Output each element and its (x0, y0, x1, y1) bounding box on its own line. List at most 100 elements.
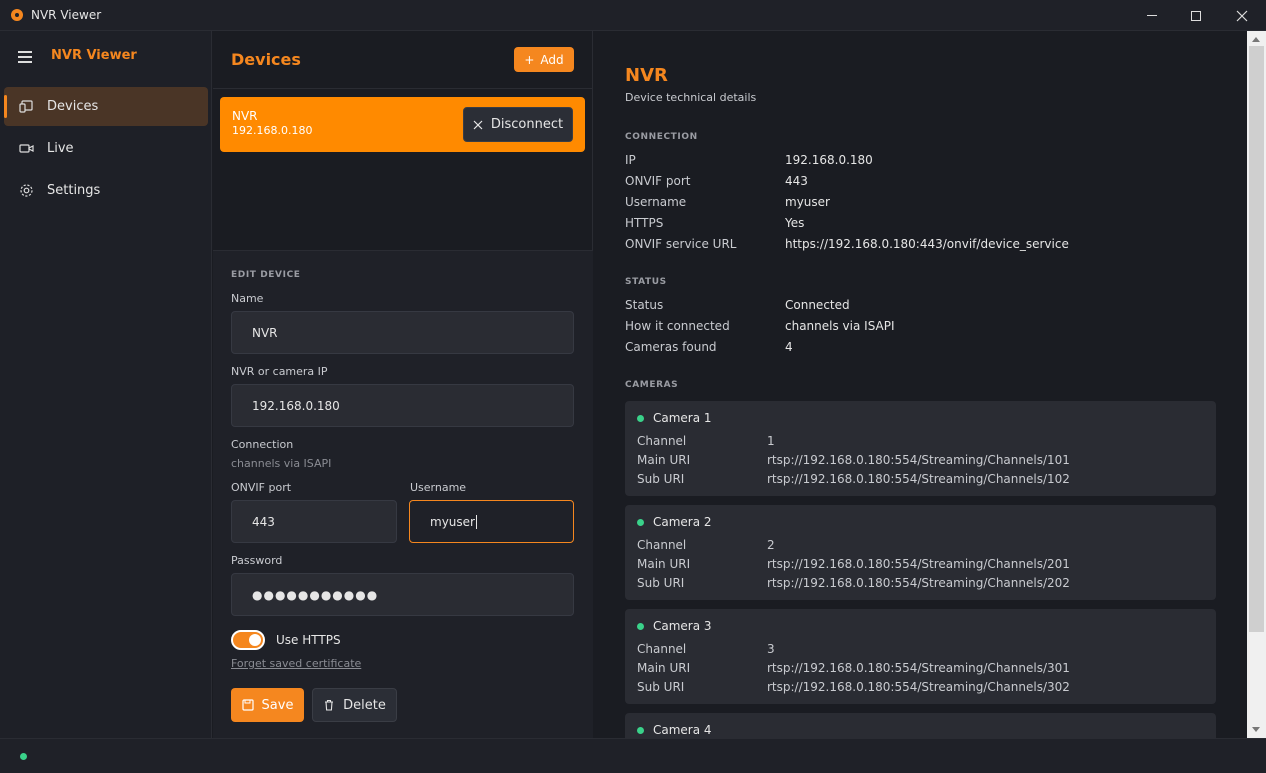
onvif-port-input[interactable]: 443 (231, 500, 397, 543)
status-bar (0, 738, 1266, 773)
kv-key: IP (625, 153, 636, 167)
camera-key: Sub URI (637, 680, 685, 694)
connection-value: channels via ISAPI (231, 457, 332, 470)
online-status-dot (637, 623, 644, 630)
kv-value: 192.168.0.180 (785, 153, 873, 167)
connection-label: Connection (231, 438, 294, 451)
camera-name: Camera 3 (653, 619, 712, 633)
add-label: Add (540, 52, 564, 67)
sidebar-item-label: Live (47, 141, 74, 156)
kv-key: Username (625, 195, 687, 209)
password-input[interactable]: ●●●●●●●●●●● (231, 573, 574, 616)
save-label: Save (261, 697, 294, 713)
camera-name: Camera 1 (653, 411, 712, 425)
camera-key: Sub URI (637, 472, 685, 486)
edit-device-form: EDIT DEVICE Name NVR NVR or camera IP 19… (213, 250, 593, 738)
scroll-down-arrow-icon[interactable] (1252, 727, 1260, 732)
save-button[interactable]: Save (231, 688, 304, 722)
device-ip: 192.168.0.180 (232, 124, 313, 137)
minimize-icon (1147, 15, 1157, 16)
device-details-panel: NVR Device technical details CONNECTION … (594, 31, 1247, 738)
close-button[interactable] (1219, 0, 1265, 31)
kv-value: 4 (785, 340, 793, 354)
trash-icon (325, 699, 334, 711)
camera-card: Camera 3 Channel 3 Main URI rtsp://192.1… (625, 609, 1216, 704)
port-label: ONVIF port (231, 481, 292, 494)
ip-value: 192.168.0.180 (252, 398, 340, 413)
camera-key: Main URI (637, 453, 691, 467)
add-device-button[interactable]: + Add (514, 47, 574, 72)
maximize-icon (1191, 10, 1201, 21)
kv-value: Connected (785, 298, 850, 312)
camera-card: Camera 2 Channel 2 Main URI rtsp://192.1… (625, 505, 1216, 600)
camera-name: Camera 2 (653, 515, 712, 529)
divider (213, 88, 593, 89)
username-input[interactable]: myuser (409, 500, 574, 543)
sidebar-item-label: Settings (47, 183, 101, 198)
disconnect-button[interactable]: Disconnect (463, 107, 573, 142)
forget-certificate-link[interactable]: Forget saved certificate (231, 657, 361, 670)
username-value: myuser (430, 514, 475, 529)
connection-section-label: CONNECTION (625, 132, 698, 142)
camera-key: Main URI (637, 661, 691, 675)
camera-value: 3 (767, 642, 775, 656)
kv-value: https://192.168.0.180:443/onvif/device_s… (785, 237, 1069, 251)
device-list-item[interactable]: NVR 192.168.0.180 Disconnect (220, 97, 585, 152)
kv-value: channels via ISAPI (785, 319, 895, 333)
close-icon (1236, 10, 1248, 21)
ip-label: NVR or camera IP (231, 365, 328, 378)
devices-title: Devices (231, 50, 301, 69)
https-label: Use HTTPS (276, 633, 341, 647)
delete-button[interactable]: Delete (312, 688, 397, 722)
connection-status-dot (20, 753, 27, 760)
password-value: ●●●●●●●●●●● (252, 587, 379, 602)
port-value: 443 (252, 514, 275, 529)
section-label: EDIT DEVICE (231, 270, 301, 280)
gear-icon (20, 184, 33, 197)
sidebar-item-settings[interactable]: Settings (4, 171, 208, 210)
kv-key: Cameras found (625, 340, 717, 354)
camera-name: Camera 4 (653, 723, 712, 737)
devices-panel: Devices + Add NVR 192.168.0.180 Disconne… (213, 31, 593, 738)
kv-key: HTTPS (625, 216, 664, 230)
camera-value: rtsp://192.168.0.180:554/Streaming/Chann… (767, 661, 1070, 675)
save-icon (241, 699, 254, 711)
maximize-button[interactable] (1173, 0, 1219, 31)
camera-value: rtsp://192.168.0.180:554/Streaming/Chann… (767, 472, 1070, 486)
window-title: NVR Viewer (31, 8, 102, 22)
kv-value: Yes (785, 216, 805, 230)
hamburger-menu-icon[interactable] (18, 51, 32, 63)
camera-key: Main URI (637, 557, 691, 571)
kv-value: myuser (785, 195, 830, 209)
camera-value: 1 (767, 434, 775, 448)
name-input[interactable]: NVR (231, 311, 574, 354)
scroll-thumb[interactable] (1249, 46, 1264, 632)
sidebar-item-devices[interactable]: Devices (4, 87, 208, 126)
status-section-label: STATUS (625, 277, 667, 287)
username-label: Username (410, 481, 467, 494)
disconnect-label: Disconnect (490, 117, 564, 132)
camera-card: Camera 1 Channel 1 Main URI rtsp://192.1… (625, 401, 1216, 496)
details-scrollbar[interactable] (1247, 31, 1266, 738)
camera-value: rtsp://192.168.0.180:554/Streaming/Chann… (767, 453, 1070, 467)
name-label: Name (231, 292, 264, 305)
camera-value: rtsp://192.168.0.180:554/Streaming/Chann… (767, 680, 1070, 694)
details-title: NVR (625, 65, 668, 86)
device-name: NVR (232, 109, 258, 123)
delete-label: Delete (343, 697, 386, 713)
minimize-button[interactable] (1129, 0, 1175, 31)
camera-value: 2 (767, 538, 775, 552)
camera-card: Camera 4 (625, 713, 1216, 738)
kv-key: ONVIF port (625, 174, 691, 188)
scroll-up-arrow-icon[interactable] (1252, 37, 1260, 42)
camera-value: rtsp://192.168.0.180:554/Streaming/Chann… (767, 557, 1070, 571)
camera-key: Channel (637, 642, 687, 656)
ip-input[interactable]: 192.168.0.180 (231, 384, 574, 427)
name-value: NVR (252, 325, 278, 340)
kv-value: 443 (785, 174, 808, 188)
sidebar-item-live[interactable]: Live (4, 129, 208, 168)
kv-key: How it connected (625, 319, 730, 333)
https-toggle[interactable] (231, 630, 265, 650)
sidebar-item-label: Devices (47, 99, 99, 114)
cameras-section-label: CAMERAS (625, 380, 679, 390)
